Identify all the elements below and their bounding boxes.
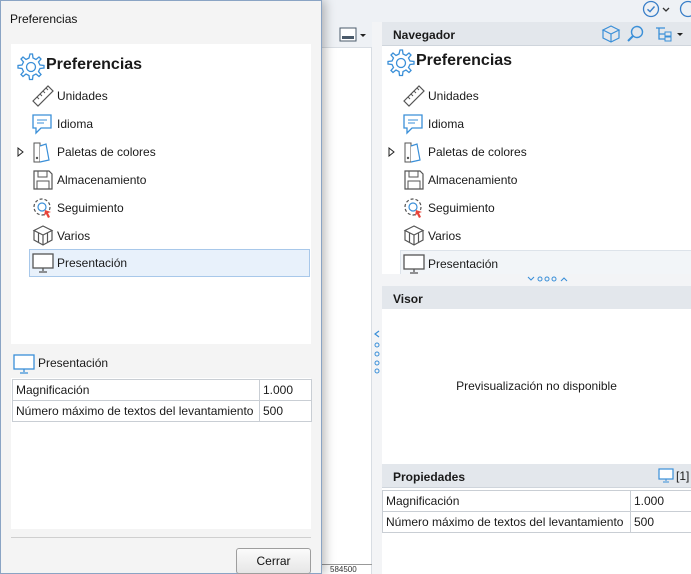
top-strip	[322, 0, 691, 22]
tree-item-label: Idioma	[57, 117, 94, 131]
tracking-target-icon	[31, 196, 55, 220]
property-value[interactable]: 500	[259, 400, 312, 422]
property-value[interactable]: 1.000	[630, 490, 691, 512]
preferences-tree: Preferencias Unidades Idioma Paletas de …	[11, 44, 311, 344]
section-header: Presentación	[12, 350, 312, 376]
tree-item-label: Almacenamiento	[57, 173, 147, 187]
cubes-icon	[31, 224, 55, 248]
visor-header: Visor	[382, 286, 691, 310]
navigator-title: Navegador	[393, 28, 456, 42]
nav-item-label: Almacenamiento	[428, 173, 518, 187]
tree-options-icon[interactable]	[653, 25, 687, 43]
tree-item-label: Varios	[57, 229, 91, 243]
nav-item-label: Unidades	[428, 89, 479, 103]
property-name: Magnificación	[382, 490, 631, 512]
visor-area: Previsualización no disponible	[382, 309, 691, 462]
table-row: Magnificación 1.000	[12, 379, 312, 401]
floppy-disk-icon	[402, 168, 426, 192]
nav-item-label: Idioma	[428, 117, 465, 131]
visor-message: Previsualización no disponible	[456, 379, 617, 393]
floppy-disk-icon	[31, 168, 55, 192]
visor-title: Visor	[393, 292, 423, 306]
view-mode-icon[interactable]	[338, 26, 368, 44]
propiedades-body: Magnificación 1.000 Número máximo de tex…	[382, 488, 691, 574]
preferences-dialog: Preferencias Preferencias Unidades Idiom…	[0, 0, 322, 574]
navigator-header: Navegador	[382, 22, 691, 46]
ruler-icon	[402, 84, 426, 108]
navigator-tree: Preferencias Unidades Idioma Paletas de …	[382, 46, 691, 278]
color-palette-icon	[31, 140, 55, 164]
table-row: Número máximo de textos del levantamient…	[12, 400, 312, 422]
expand-arrow-icon[interactable]	[388, 147, 396, 157]
dialog-properties-grid: Magnificación 1.000 Número máximo de tex…	[12, 379, 312, 422]
ruler-icon	[31, 84, 55, 108]
gear-icon	[384, 46, 416, 78]
dialog-separator	[11, 537, 311, 538]
property-name: Número máximo de textos del levantamient…	[382, 511, 631, 533]
cubes-tool-icon[interactable]	[601, 25, 621, 43]
tracking-target-icon	[402, 196, 426, 220]
map-canvas[interactable]	[322, 48, 372, 574]
splitter[interactable]	[382, 274, 691, 286]
nav-item-label: Seguimiento	[428, 201, 495, 215]
monitor-small-icon[interactable]	[658, 468, 674, 483]
property-name: Número máximo de textos del levantamient…	[12, 400, 260, 422]
monitor-icon	[402, 252, 426, 276]
expand-arrows-icon[interactable]	[373, 330, 381, 374]
gear-icon	[14, 50, 46, 82]
help-circle-icon[interactable]	[679, 0, 691, 18]
property-name: Magnificación	[12, 379, 260, 401]
view-toolbar	[322, 22, 372, 48]
collapse-strip[interactable]	[372, 22, 382, 574]
section-title: Presentación	[38, 356, 109, 370]
property-value[interactable]: 500	[630, 511, 691, 533]
tree-item-label: Seguimiento	[57, 201, 124, 215]
dialog-title: Preferencias	[10, 12, 78, 26]
chat-bubble-icon	[31, 112, 55, 136]
monitor-icon	[31, 251, 55, 275]
nav-item-label: Paletas de colores	[428, 145, 527, 159]
propiedades-title: Propiedades	[393, 470, 466, 484]
tree-root-label: Preferencias	[46, 56, 143, 73]
nav-item-label: Presentación	[428, 257, 499, 271]
splitter-grip-icon[interactable]	[382, 274, 691, 286]
table-row: Número máximo de textos del levantamient…	[382, 511, 691, 533]
propiedades-header: Propiedades [1]	[382, 464, 691, 488]
tree-item-label: Unidades	[57, 89, 108, 103]
monitor-icon	[12, 352, 36, 376]
dialog-properties-area: Magnificación 1.000 Número máximo de tex…	[11, 378, 312, 529]
expand-arrow-icon[interactable]	[17, 147, 25, 157]
nav-item-label: Varios	[428, 229, 462, 243]
ruler: 584500	[322, 564, 372, 574]
close-button[interactable]: Cerrar	[236, 548, 311, 574]
table-row: Magnificación 1.000	[382, 490, 691, 512]
cubes-icon	[402, 224, 426, 248]
propiedades-badge: [1]	[676, 469, 690, 483]
propiedades-grid: Magnificación 1.000 Número máximo de tex…	[382, 490, 691, 533]
chevron-down-icon[interactable]	[661, 0, 671, 18]
color-palette-icon	[402, 140, 426, 164]
property-value[interactable]: 1.000	[259, 379, 312, 401]
check-circle-icon[interactable]	[642, 0, 660, 18]
tree-item-label: Presentación	[57, 256, 128, 270]
tree-root-label: Preferencias	[416, 52, 513, 69]
tree-item-label: Paletas de colores	[57, 145, 156, 159]
search-icon[interactable]	[626, 25, 646, 43]
ruler-label: 584500	[330, 565, 357, 574]
chat-bubble-icon	[402, 112, 426, 136]
